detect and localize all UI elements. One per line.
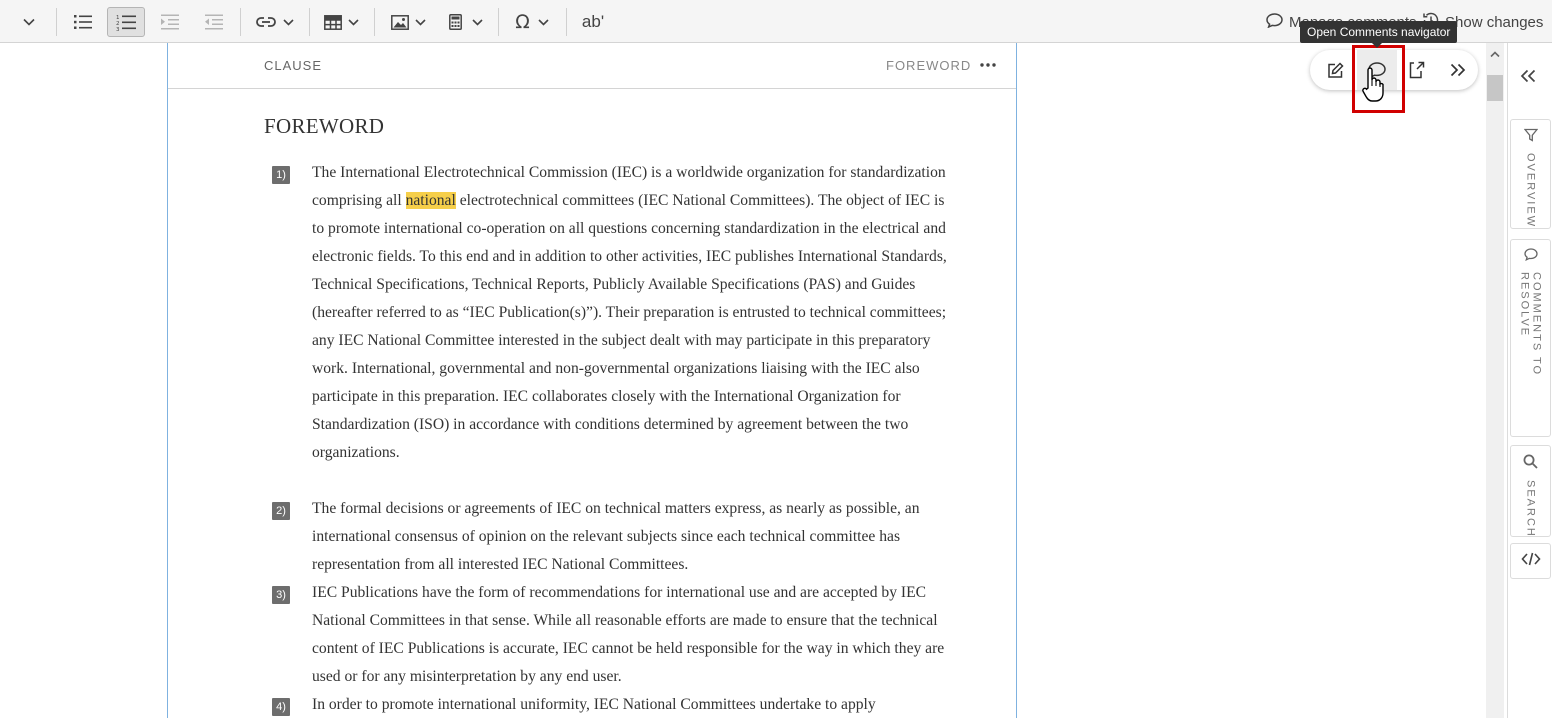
list-number: 2): [272, 502, 290, 520]
section-label: FOREWORD: [886, 58, 972, 73]
spellcheck-button[interactable]: ab': [578, 7, 608, 37]
page-title: FOREWORD: [264, 114, 385, 138]
scrollbar-thumb[interactable]: [1487, 75, 1503, 101]
calculator-icon: [449, 14, 462, 30]
list-item[interactable]: In order to promote international unifor…: [312, 691, 952, 718]
increase-indent-icon[interactable]: [156, 7, 184, 37]
numbered-list-icon[interactable]: 123: [107, 7, 145, 37]
table-dropdown-button[interactable]: [318, 7, 364, 37]
special-character-dropdown-button[interactable]: Ω: [510, 7, 554, 37]
chevron-down-icon: [347, 18, 359, 26]
bulleted-list-icon[interactable]: [68, 7, 98, 37]
link-icon: [255, 15, 277, 29]
chevron-down-icon: [472, 18, 483, 26]
toolbar-separator: [56, 8, 57, 36]
tab-overview[interactable]: OVERVIEW: [1510, 119, 1551, 229]
list-number: 1): [272, 166, 290, 184]
tab-search-label: SEARCH: [1524, 480, 1537, 538]
image-icon: [390, 14, 409, 30]
right-side-rail: OVERVIEW COMMENTS TO RESOLVE SEARCH: [1507, 43, 1552, 718]
tab-overview-label: OVERVIEW: [1524, 153, 1537, 229]
highlighted-comment-word[interactable]: national: [405, 192, 456, 209]
toolbar-separator: [240, 8, 241, 36]
paragraph-text: electrotechnical committees (IEC Nationa…: [312, 192, 947, 461]
clause-header: CLAUSE FOREWORD: [168, 43, 1016, 89]
list-item[interactable]: The formal decisions or agreements of IE…: [312, 495, 952, 579]
tab-comments-label: COMMENTS TO RESOLVE: [1518, 272, 1543, 377]
collapse-panel-icon[interactable]: [1520, 69, 1536, 88]
document-clause-panel: CLAUSE FOREWORD FOREWORD 1) The Internat…: [167, 43, 1017, 718]
show-changes-label: Show changes: [1445, 13, 1544, 31]
omega-icon: Ω: [515, 11, 530, 33]
code-icon: [1520, 552, 1541, 571]
tab-search[interactable]: SEARCH: [1510, 445, 1551, 538]
hand-cursor-icon: [1362, 66, 1384, 109]
tab-source-code[interactable]: [1510, 543, 1551, 579]
filter-icon: [1523, 128, 1538, 147]
search-icon: [1523, 454, 1538, 474]
comment-icon: [1266, 12, 1283, 32]
expand-icon[interactable]: [1446, 59, 1470, 81]
toolbar-separator: [566, 8, 567, 36]
comments-navigator-tooltip: Open Comments navigator: [1300, 21, 1458, 48]
toolbar-separator: [498, 8, 499, 36]
comment-icon: [1523, 248, 1538, 266]
link-dropdown-button[interactable]: [250, 7, 298, 37]
svg-text:3: 3: [116, 27, 120, 31]
list-item[interactable]: IEC Publications have the form of recomm…: [312, 579, 952, 691]
clause-label: CLAUSE: [264, 58, 323, 73]
chevron-down-icon: [282, 18, 294, 26]
toolbar-dropdown-chevron-icon[interactable]: [18, 7, 40, 37]
formula-dropdown-button[interactable]: [446, 7, 486, 37]
vertical-scrollbar[interactable]: [1486, 43, 1504, 718]
toolbar-separator: [374, 8, 375, 36]
tab-comments-to-resolve[interactable]: COMMENTS TO RESOLVE: [1510, 239, 1551, 437]
table-icon: [323, 14, 342, 30]
image-dropdown-button[interactable]: [386, 7, 430, 37]
more-options-icon[interactable]: [978, 56, 998, 74]
chevron-down-icon: [538, 18, 549, 26]
export-icon[interactable]: [1405, 59, 1429, 81]
decrease-indent-icon[interactable]: [200, 7, 228, 37]
toolbar-separator: [309, 8, 310, 36]
edit-icon[interactable]: [1323, 59, 1347, 81]
list-item[interactable]: The International Electrotechnical Commi…: [312, 159, 952, 467]
list-number: 4): [272, 698, 290, 716]
list-number: 3): [272, 586, 290, 604]
chevron-down-icon: [414, 18, 426, 26]
scroll-up-arrow-icon[interactable]: [1490, 45, 1500, 63]
